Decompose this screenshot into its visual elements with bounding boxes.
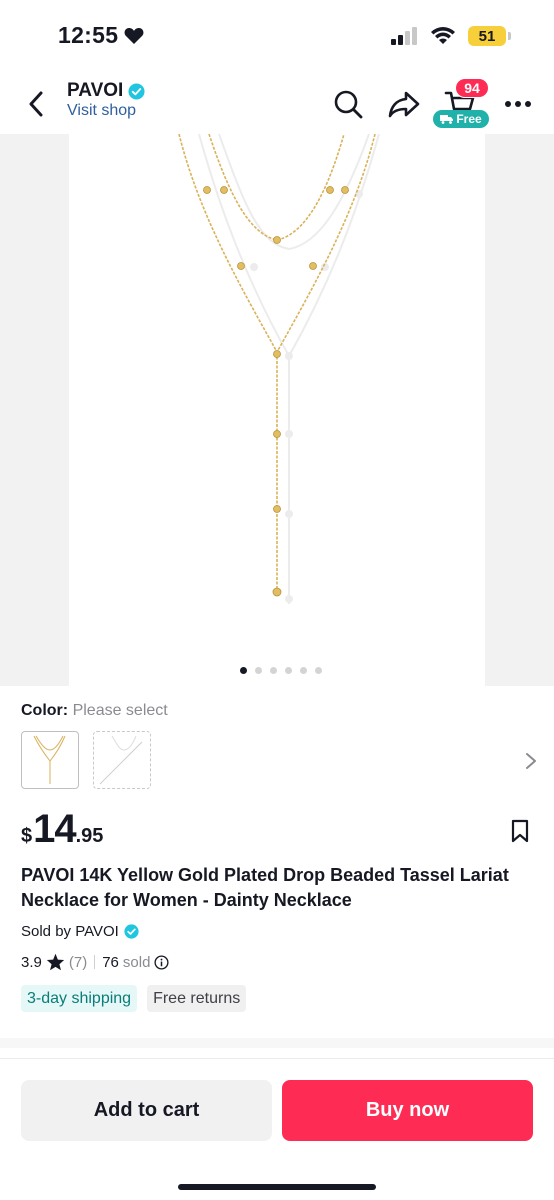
color-value: Please select	[72, 702, 168, 719]
pagination-dot[interactable]	[315, 667, 322, 674]
pagination-dot[interactable]	[255, 667, 262, 674]
product-image[interactable]	[69, 133, 485, 686]
visit-shop-link[interactable]: Visit shop	[67, 102, 136, 120]
back-button[interactable]	[22, 88, 50, 120]
share-icon	[388, 91, 420, 118]
color-swatch-silver[interactable]	[93, 731, 151, 789]
battery-level: 51	[478, 27, 496, 45]
status-time: 12:55	[58, 22, 144, 49]
star-icon	[46, 953, 64, 971]
price-currency: $	[21, 825, 33, 847]
chevron-right-icon[interactable]	[524, 751, 538, 771]
pagination-dot[interactable]	[285, 667, 292, 674]
swatch-gold-image	[33, 735, 66, 784]
product-gallery[interactable]	[0, 133, 554, 686]
wifi-icon	[431, 27, 455, 44]
bookmark-icon[interactable]	[510, 819, 530, 843]
sold-by-label: Sold by PAVOI	[21, 923, 119, 940]
pagination-dot[interactable]	[240, 667, 247, 674]
sold-by[interactable]: Sold by PAVOI	[21, 923, 139, 940]
add-to-cart-button[interactable]: Add to cart	[21, 1080, 272, 1141]
necklace-image	[178, 133, 380, 604]
home-indicator[interactable]	[178, 1184, 376, 1190]
verified-icon	[128, 82, 145, 100]
free-shipping-pill: Free	[433, 110, 489, 128]
status-bar: 12:55 51	[0, 0, 554, 70]
pagination-dot[interactable]	[300, 667, 307, 674]
bottom-action-bar: Add to cart Buy now	[0, 1058, 554, 1200]
section-divider	[0, 1038, 554, 1048]
heart-icon	[124, 27, 144, 44]
rating-row[interactable]: 3.9 (7) 76 sold	[21, 953, 169, 971]
shipping-tag[interactable]: 3-day shipping	[21, 985, 138, 1012]
search-button[interactable]	[332, 88, 364, 120]
sold-label: sold	[122, 953, 151, 971]
color-swatch-gold[interactable]	[21, 731, 79, 789]
service-tags: 3-day shipping Free returns	[21, 985, 247, 1012]
status-icons: 51	[390, 26, 511, 46]
product-price: $ 14 .95	[21, 807, 103, 852]
cart-count-badge: 94	[455, 78, 489, 98]
rating-divider	[94, 955, 96, 969]
product-title: PAVOI 14K Yellow Gold Plated Drop Beaded…	[21, 865, 509, 910]
top-nav: PAVOI Visit shop 94 Free	[0, 70, 554, 134]
battery-indicator: 51	[468, 26, 511, 46]
pagination-dot[interactable]	[270, 667, 277, 674]
color-label: Color:	[21, 702, 69, 719]
review-count: (7)	[68, 953, 88, 971]
swatch-silver-image	[99, 735, 143, 785]
price-decimal: .95	[75, 825, 104, 847]
free-label: Free	[456, 112, 482, 126]
buy-now-button[interactable]: Buy now	[282, 1080, 533, 1141]
price-integer: 14	[33, 807, 76, 851]
more-button[interactable]	[502, 88, 534, 120]
shop-name[interactable]: PAVOI	[67, 80, 145, 102]
signal-icon	[391, 27, 417, 45]
sold-count: 76	[102, 953, 119, 971]
rating-value: 3.9	[21, 953, 42, 971]
shop-name-label: PAVOI	[67, 80, 124, 101]
verified-icon	[124, 924, 139, 939]
returns-tag[interactable]: Free returns	[147, 985, 247, 1012]
more-icon	[505, 101, 531, 107]
color-selector-label: Color: Please select	[21, 702, 168, 720]
truck-icon	[440, 115, 454, 124]
info-icon[interactable]	[154, 954, 169, 970]
back-icon	[29, 91, 43, 117]
gallery-pagination	[4, 667, 554, 674]
time-label: 12:55	[58, 22, 119, 48]
share-button[interactable]	[388, 88, 420, 120]
search-icon	[334, 90, 363, 119]
